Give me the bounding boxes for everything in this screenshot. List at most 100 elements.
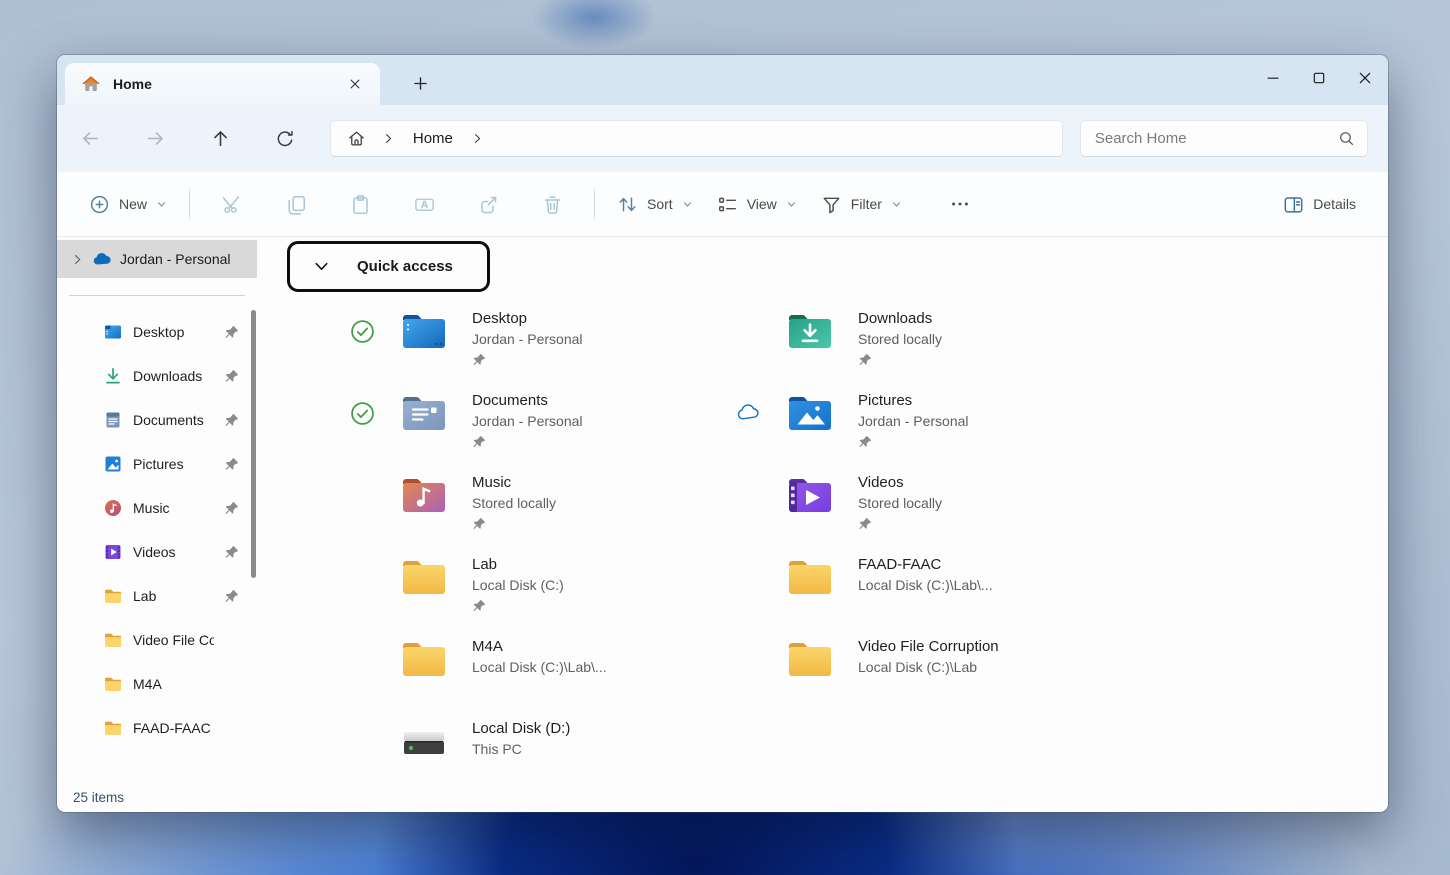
quick-access-item-downloads[interactable]: Downloads Stored locally — [736, 307, 1156, 367]
pictures-icon — [103, 454, 123, 474]
tab-bar: Home — [57, 55, 1388, 105]
pin-icon — [224, 501, 239, 516]
maximize-icon[interactable] — [1296, 55, 1342, 101]
quick-access-header[interactable]: Quick access — [287, 241, 490, 292]
window-controls — [1250, 55, 1388, 105]
cut-icon[interactable] — [210, 184, 254, 224]
details-pane-icon — [1283, 194, 1304, 215]
item-name: Videos — [858, 472, 942, 493]
sidebar-list: Desktop Downloads Documents Pictures Mus… — [57, 310, 257, 750]
sidebar-item-m4a[interactable]: M4A — [57, 662, 257, 706]
pin-icon — [472, 353, 486, 367]
quick-access-item-documents[interactable]: Documents Jordan - Personal — [350, 389, 736, 449]
chevron-down-icon — [786, 199, 797, 210]
sidebar-item-onedrive[interactable]: Jordan - Personal — [57, 240, 257, 278]
sidebar-divider — [69, 295, 245, 296]
sidebar-item-videos[interactable]: Videos — [57, 530, 257, 574]
view-label: View — [747, 196, 777, 212]
item-subtitle: Local Disk (C:)\Lab\... — [858, 575, 993, 596]
details-button[interactable]: Details — [1271, 186, 1368, 223]
back-icon[interactable] — [71, 119, 111, 159]
quick-access-item-pictures[interactable]: Pictures Jordan - Personal — [736, 389, 1156, 449]
item-name: Video File Corruption — [858, 636, 999, 657]
sidebar-item-lab[interactable]: Lab — [57, 574, 257, 618]
navigation-pane: Jordan - Personal Desktop Downloads Docu… — [57, 237, 257, 782]
sidebar-item-downloads[interactable]: Downloads — [57, 354, 257, 398]
quick-access-item-videos[interactable]: Videos Stored locally — [736, 471, 1156, 531]
downloads-icon — [103, 366, 123, 386]
filter-button[interactable]: Filter — [809, 186, 914, 223]
refresh-icon[interactable] — [265, 119, 305, 159]
new-button[interactable]: New — [77, 186, 179, 223]
rename-icon[interactable] — [402, 184, 446, 224]
item-subtitle: Stored locally — [858, 329, 942, 350]
copy-icon[interactable] — [274, 184, 318, 224]
quick-access-item-video-file-corruption[interactable]: Video File Corruption Local Disk (C:)\La… — [736, 635, 1156, 695]
item-name: Music — [472, 472, 556, 493]
quick-access-item-local-disk-d-[interactable]: Local Disk (D:) This PC — [350, 717, 736, 777]
chevron-down-icon — [156, 199, 167, 210]
sidebar-item-music[interactable]: Music — [57, 486, 257, 530]
chevron-down-icon[interactable] — [312, 257, 331, 276]
details-label: Details — [1313, 196, 1356, 212]
pin-icon — [858, 435, 872, 449]
sync-cloud-icon — [736, 389, 762, 437]
breadcrumb-home-icon[interactable] — [341, 129, 372, 148]
up-icon[interactable] — [200, 119, 240, 159]
breadcrumb-chevron-icon[interactable] — [465, 132, 490, 145]
tab-home[interactable]: Home — [65, 63, 380, 105]
new-tab-button[interactable] — [402, 65, 438, 101]
item-name: Lab — [472, 554, 564, 575]
view-button[interactable]: View — [705, 186, 809, 223]
close-icon[interactable] — [1342, 55, 1388, 101]
item-name: Desktop — [472, 308, 583, 329]
quick-access-item-lab[interactable]: Lab Local Disk (C:) — [350, 553, 736, 613]
quick-access-item-m4a[interactable]: M4A Local Disk (C:)\Lab\... — [350, 635, 736, 695]
breadcrumb-item-home[interactable]: Home — [405, 128, 461, 149]
tab-close-icon[interactable] — [342, 71, 368, 97]
sync-check-icon — [350, 389, 376, 437]
more-options-icon[interactable] — [938, 184, 982, 224]
share-icon[interactable] — [466, 184, 510, 224]
quick-access-item-music[interactable]: Music Stored locally — [350, 471, 736, 531]
file-explorer-window: Home — [57, 55, 1388, 812]
sort-icon — [617, 194, 638, 215]
folder-desktop-icon — [400, 307, 448, 355]
pin-icon — [858, 517, 872, 531]
section-title: Quick access — [357, 258, 453, 275]
documents-icon — [103, 410, 123, 430]
search-icon[interactable] — [1338, 130, 1355, 147]
onedrive-label: Jordan - Personal — [120, 251, 231, 267]
quick-access-grid: Desktop Jordan - Personal Downloads Stor… — [350, 307, 1156, 777]
sort-button[interactable]: Sort — [605, 186, 705, 223]
desktop-icon — [103, 322, 123, 342]
pin-icon — [472, 435, 486, 449]
delete-icon[interactable] — [530, 184, 574, 224]
search-box[interactable] — [1080, 120, 1368, 157]
chevron-right-icon[interactable] — [71, 253, 84, 266]
folder-icon — [103, 718, 123, 738]
filter-icon — [821, 194, 842, 215]
sidebar-scrollbar-thumb[interactable] — [251, 310, 256, 578]
folder-icon — [103, 674, 123, 694]
quick-access-item-desktop[interactable]: Desktop Jordan - Personal — [350, 307, 736, 367]
folder-downloads-icon — [786, 307, 834, 355]
breadcrumb-chevron-icon — [376, 132, 401, 145]
sidebar-item-pictures[interactable]: Pictures — [57, 442, 257, 486]
item-subtitle: Jordan - Personal — [472, 411, 583, 432]
sidebar-item-video-file-corruption[interactable]: Video File Corruption — [57, 618, 257, 662]
items-view: Quick access Desktop Jordan - Personal D… — [257, 237, 1388, 782]
sidebar-item-documents[interactable]: Documents — [57, 398, 257, 442]
paste-icon[interactable] — [338, 184, 382, 224]
search-input[interactable] — [1095, 130, 1338, 147]
quick-access-item-faad-faac[interactable]: FAAD-FAAC Local Disk (C:)\Lab\... — [736, 553, 1156, 613]
forward-icon[interactable] — [136, 119, 176, 159]
chevron-down-icon — [891, 199, 902, 210]
address-bar[interactable]: Home — [330, 120, 1063, 157]
desktop-wallpaper: { "titlebar": { "tab_title": "Home" }, "… — [0, 0, 1450, 875]
pin-icon — [224, 413, 239, 428]
sidebar-item-desktop[interactable]: Desktop — [57, 310, 257, 354]
pin-icon — [858, 353, 872, 367]
sidebar-item-faad-faac[interactable]: FAAD-FAAC — [57, 706, 257, 750]
minimize-icon[interactable] — [1250, 55, 1296, 101]
